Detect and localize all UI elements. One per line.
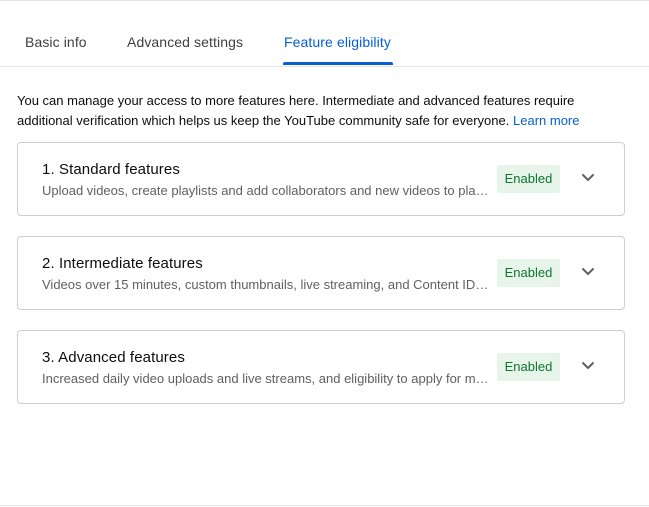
learn-more-link[interactable]: Learn more (513, 113, 579, 128)
feature-eligibility-page: Basic info Advanced settings Feature eli… (0, 0, 649, 507)
status-badge: Enabled (497, 259, 560, 287)
feature-description: Upload videos, create playlists and add … (42, 183, 490, 198)
tab-feature-eligibility[interactable]: Feature eligibility (284, 32, 391, 52)
status-badge: Enabled (497, 165, 560, 193)
chevron-down-icon[interactable] (576, 353, 600, 377)
feature-description: Increased daily video uploads and live s… (42, 371, 490, 386)
intro-description: You can manage your access to more featu… (17, 93, 575, 128)
tab-advanced-settings[interactable]: Advanced settings (127, 32, 243, 52)
chevron-down-icon[interactable] (576, 259, 600, 283)
bottom-divider (0, 505, 649, 506)
feature-card-intermediate[interactable]: 2. Intermediate features Videos over 15 … (17, 236, 625, 310)
feature-title: 3. Advanced features (42, 349, 185, 366)
tab-basic-info[interactable]: Basic info (25, 32, 87, 52)
feature-description: Videos over 15 minutes, custom thumbnail… (42, 277, 490, 292)
feature-title: 1. Standard features (42, 161, 180, 178)
intro-text: You can manage your access to more featu… (17, 91, 617, 131)
feature-title: 2. Intermediate features (42, 255, 203, 272)
feature-card-standard[interactable]: 1. Standard features Upload videos, crea… (17, 142, 625, 216)
tab-bar: Basic info Advanced settings Feature eli… (0, 0, 649, 67)
feature-card-advanced[interactable]: 3. Advanced features Increased daily vid… (17, 330, 625, 404)
chevron-down-icon[interactable] (576, 165, 600, 189)
status-badge: Enabled (497, 353, 560, 381)
active-tab-indicator (283, 62, 393, 65)
